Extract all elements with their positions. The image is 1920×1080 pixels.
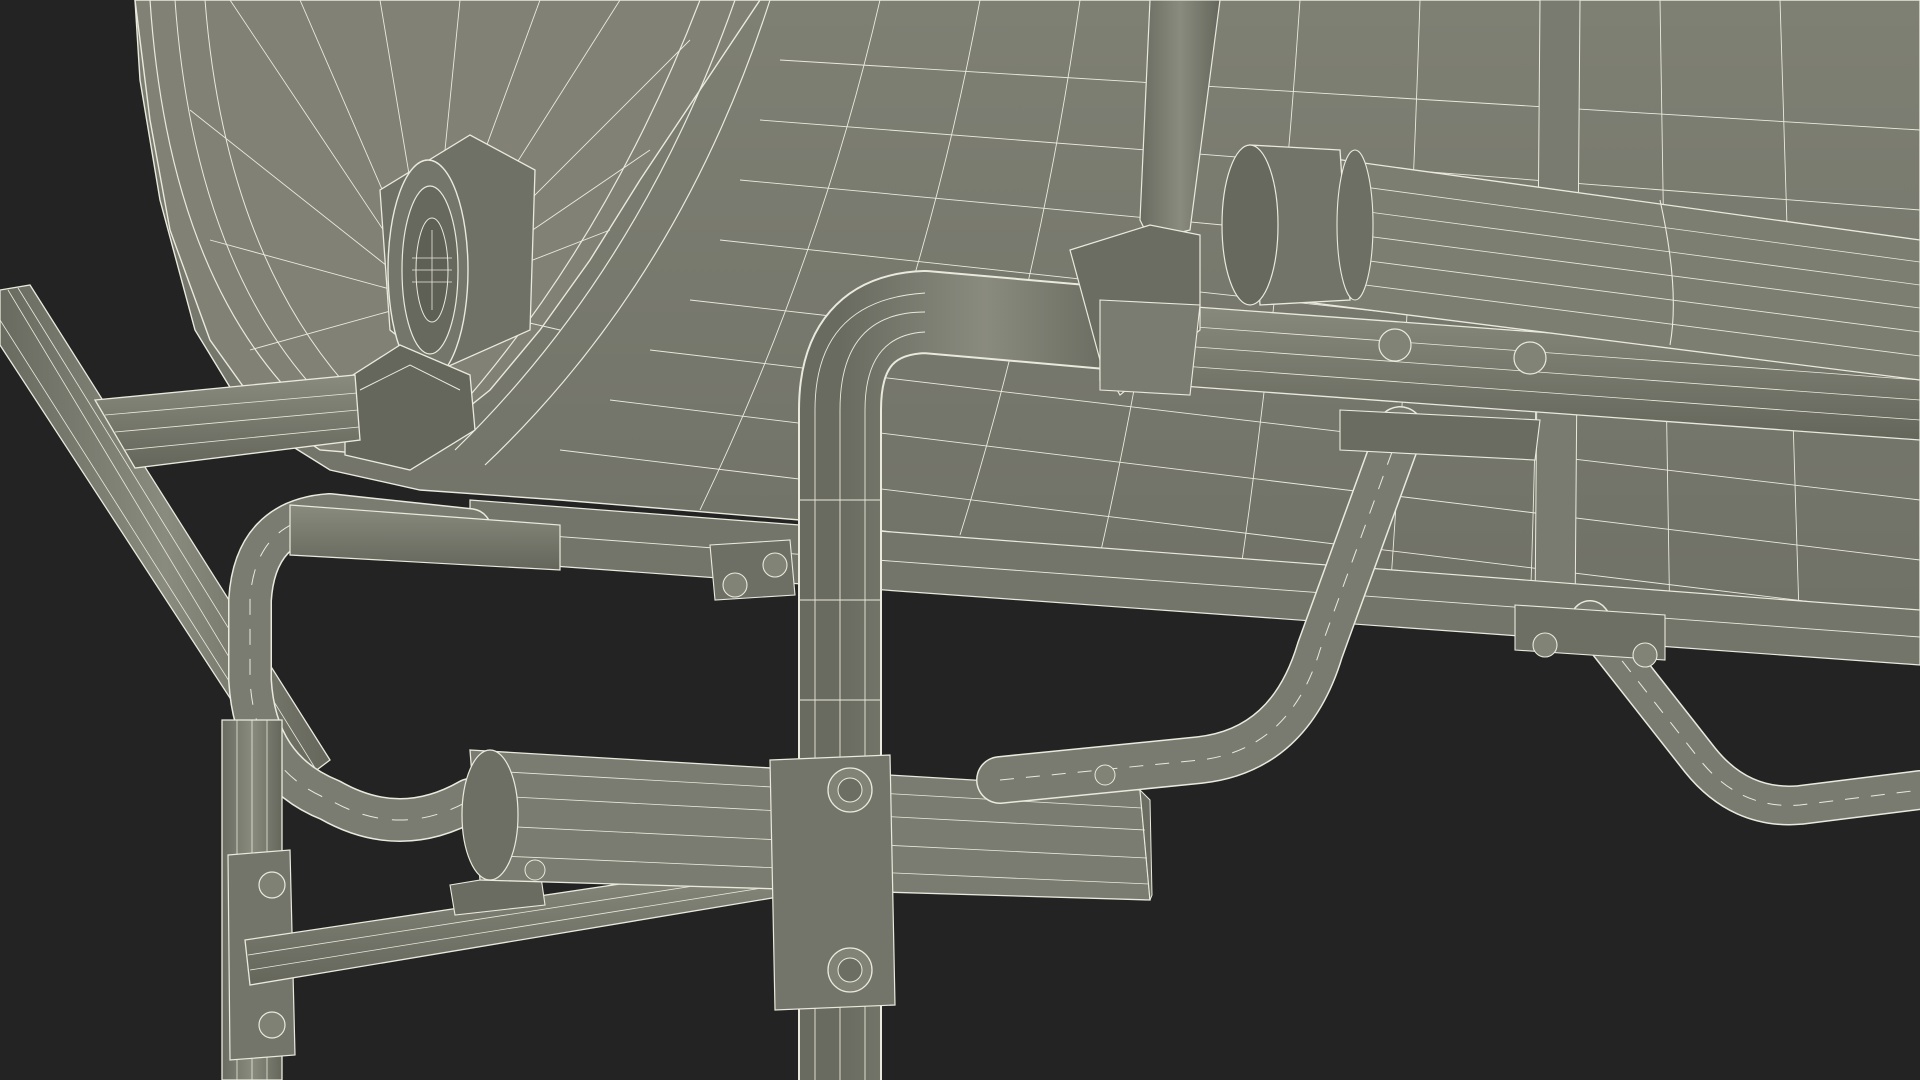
center-bracket: [769, 754, 896, 1011]
wireframe-viewport: [0, 0, 1920, 1080]
wireframe-scene: [0, 0, 1920, 1080]
bolt-icon: [827, 947, 873, 993]
bolt-icon: [827, 767, 873, 813]
